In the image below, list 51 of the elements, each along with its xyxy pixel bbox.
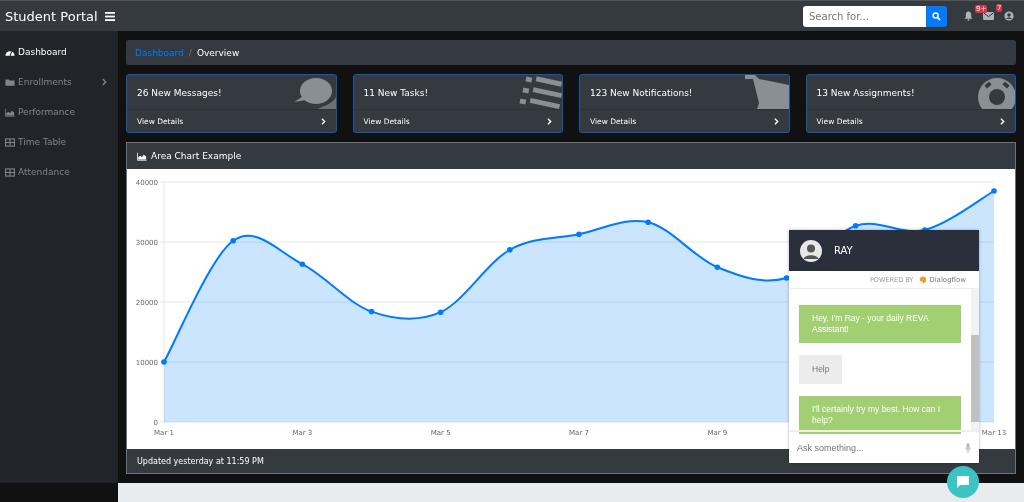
chevron-icon[interactable] xyxy=(320,117,326,125)
sidebar-item[interactable]: Enrollments xyxy=(0,67,118,97)
data-point xyxy=(645,219,651,225)
data-point xyxy=(299,261,306,267)
updated-note: Updated yesterday at 11:59 PM xyxy=(137,456,264,466)
chat-message: Hey, I'm Ray - your daily REVA Assistant! xyxy=(799,305,961,343)
data-point xyxy=(991,188,997,194)
bot-name: RAY xyxy=(834,245,853,256)
table-icon xyxy=(5,137,15,147)
area-chart-icon xyxy=(137,151,147,161)
chevron-icon[interactable] xyxy=(547,117,552,125)
sidebar-item[interactable]: Performance xyxy=(0,97,118,127)
chevron-icon[interactable] xyxy=(1000,117,1005,125)
sidebar-item[interactable]: Time Table xyxy=(0,127,118,157)
chat-message: I'll certainly try my best. How can I help? xyxy=(799,396,961,434)
chevron-icon[interactable] xyxy=(773,117,779,125)
folder-icon xyxy=(5,77,15,87)
data-point xyxy=(852,223,859,229)
card-title: 26 New Messages! xyxy=(136,87,222,98)
table-icon xyxy=(5,167,15,177)
data-point xyxy=(783,275,790,281)
envelope-icon[interactable] xyxy=(983,12,994,20)
brand-title[interactable]: Student Portal xyxy=(5,8,98,24)
list-icon xyxy=(518,75,562,109)
data-point xyxy=(714,264,721,270)
search-field[interactable]: Search for... xyxy=(803,5,926,27)
cart-icon xyxy=(744,75,789,109)
chart-icon xyxy=(5,107,15,117)
data-point xyxy=(576,231,582,237)
data-point xyxy=(437,309,444,315)
provider-logo-icon xyxy=(920,275,927,284)
data-point xyxy=(161,359,167,365)
menu-icon[interactable] xyxy=(104,11,115,21)
search-button[interactable] xyxy=(926,5,947,27)
sidebar-item[interactable]: Dashboard xyxy=(0,37,118,67)
data-point xyxy=(230,238,236,244)
data-point xyxy=(368,308,375,315)
avatar xyxy=(800,239,822,262)
card-title: 13 New Assignments! xyxy=(815,87,915,98)
breadcrumb-separator: / xyxy=(188,47,192,58)
breadcrumb-item: Overview xyxy=(196,47,240,58)
card-title: 11 New Tasks! xyxy=(362,87,429,98)
scrollbar[interactable] xyxy=(971,289,979,430)
bell-icon[interactable] xyxy=(964,11,973,21)
search-icon xyxy=(932,11,941,21)
chat-message: Help xyxy=(799,355,843,384)
sidebar-item[interactable]: Attendance xyxy=(0,157,118,187)
card-title: 123 New Notifications! xyxy=(589,87,693,98)
panel-title: Area Chart Example xyxy=(151,151,242,161)
data-point xyxy=(507,247,513,253)
user-icon[interactable] xyxy=(1004,11,1014,21)
